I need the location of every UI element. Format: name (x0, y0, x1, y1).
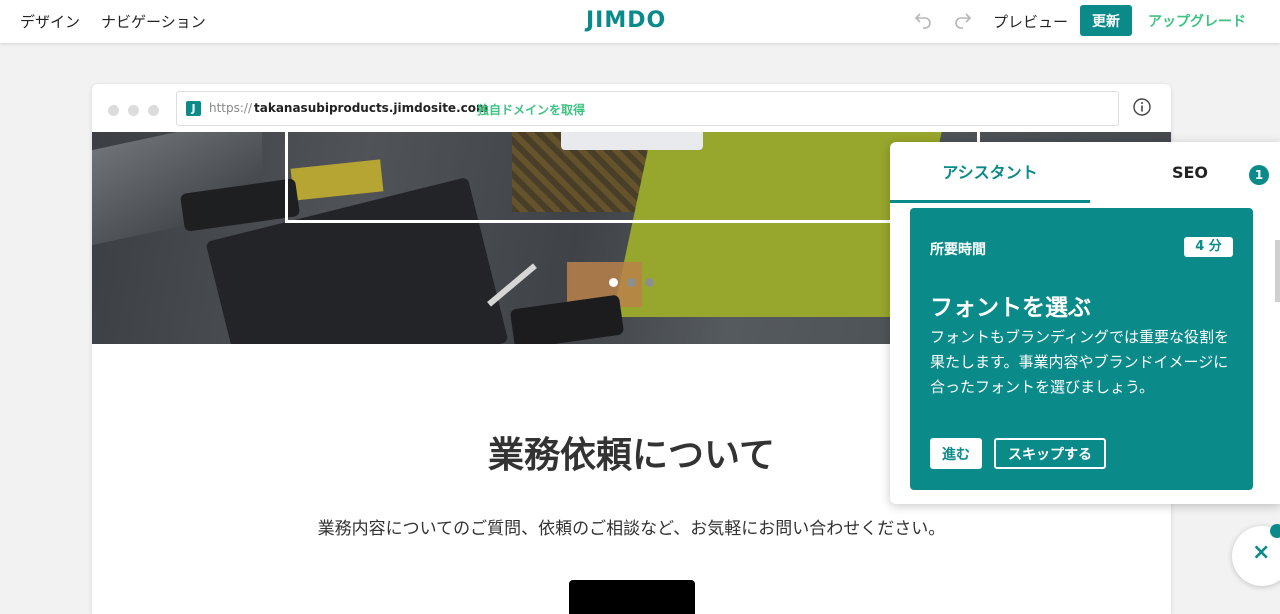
window-dot (128, 105, 139, 116)
info-icon[interactable] (1133, 98, 1151, 116)
tab-assistant[interactable]: アシスタント (890, 142, 1090, 203)
panel-scrollbar[interactable] (1274, 202, 1280, 502)
hero-photo-phone (509, 294, 625, 344)
window-dot (108, 105, 119, 116)
url-protocol: https:// (209, 101, 253, 115)
assistant-toggle-button[interactable]: × (1232, 524, 1280, 586)
navigation-menu[interactable]: ナビゲーション (101, 11, 206, 32)
time-badge: 4 分 (1184, 237, 1233, 257)
time-label: 所要時間 (930, 242, 986, 258)
assistant-card: 所要時間 4 分 フォントを選ぶ フォントもブランディングでは重要な役割を果たし… (910, 208, 1253, 490)
contact-button[interactable] (569, 580, 695, 614)
hero-content-tab (561, 132, 703, 150)
scroll-thumb[interactable] (1275, 240, 1280, 302)
slide-dot[interactable] (645, 278, 654, 287)
url-host: takanasubiproducts.jimdosite.com (254, 101, 489, 115)
update-button[interactable]: 更新 (1080, 5, 1132, 36)
assistant-panel: アシスタント SEO 1 所要時間 4 分 フォントを選ぶ フォントもブランディ… (890, 142, 1280, 504)
window-dots (108, 101, 168, 120)
jimdo-logo: JIMDO (586, 8, 667, 33)
slide-indicators (609, 272, 663, 291)
section-description[interactable]: 業務内容についてのご質問、依頼のご相談など、お気軽にお問い合わせください。 (92, 514, 1171, 539)
upgrade-link[interactable]: アップグレード (1148, 11, 1246, 31)
seo-count-badge: 1 (1249, 165, 1269, 185)
card-body: フォントもブランディングでは重要な役割を果たします。事業内容やブランドイメージに… (930, 328, 1229, 396)
redo-icon[interactable] (952, 8, 974, 30)
slide-dot[interactable] (627, 278, 636, 287)
preview-button[interactable]: プレビュー (993, 11, 1068, 32)
undo-icon[interactable] (912, 8, 934, 30)
top-bar: デザイン ナビゲーション JIMDO プレビュー 更新 アップグレード (0, 0, 1280, 43)
url-bar: J https:// takanasubiproducts.jimdosite.… (176, 91, 1119, 126)
card-title: フォントを選ぶ (930, 295, 1091, 321)
skip-button[interactable]: スキップする (994, 438, 1106, 469)
window-dot (148, 105, 159, 116)
notification-dot (1270, 524, 1280, 538)
get-domain-link[interactable]: 独自ドメインを取得 (477, 101, 585, 118)
slide-dot[interactable] (609, 278, 618, 287)
close-icon: × (1252, 540, 1271, 565)
jimdo-favicon-icon: J (186, 101, 201, 116)
design-menu[interactable]: デザイン (20, 11, 80, 32)
next-button[interactable]: 進む (930, 438, 982, 469)
